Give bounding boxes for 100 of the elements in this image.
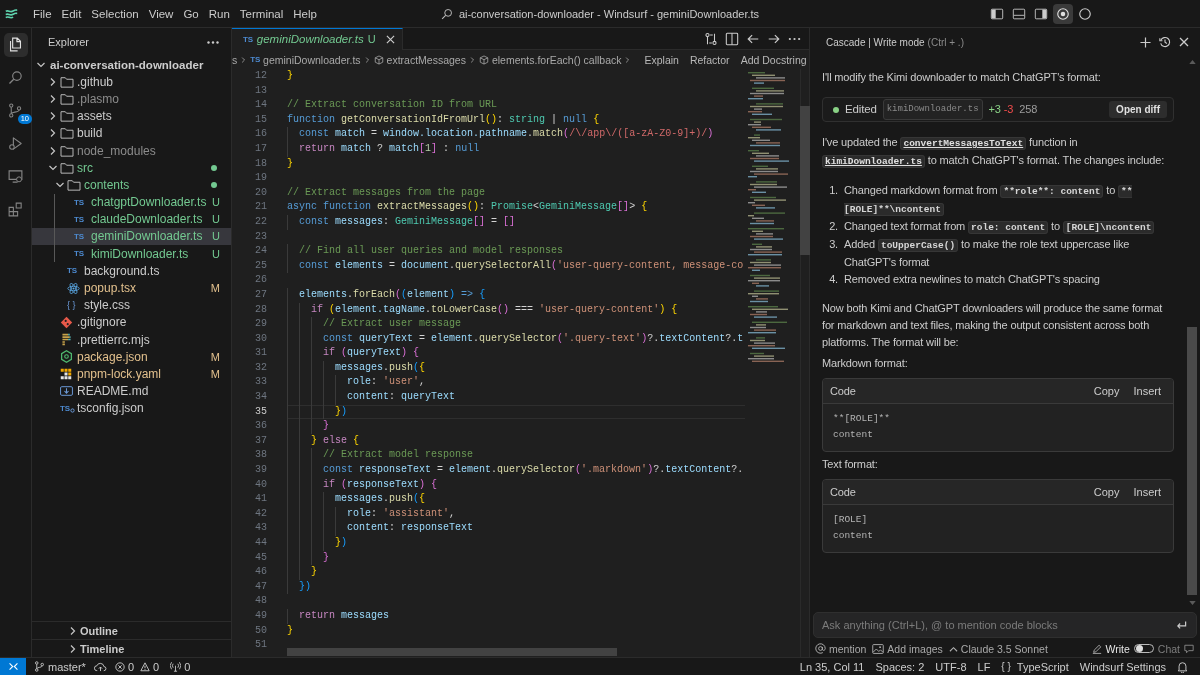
menu-item[interactable]: Edit [56,4,87,23]
file-tree-item[interactable]: README.md [32,382,231,400]
remote-button[interactable] [0,658,26,675]
code-action-link[interactable]: Add Docstring [740,53,807,66]
split-editor-icon[interactable] [725,31,739,46]
menu-item[interactable]: Terminal [234,4,289,23]
line-number: 23 [255,229,267,244]
file-tree-item[interactable]: assets [32,107,231,125]
code-line: content: responseText [347,521,474,536]
chat-mode-button[interactable]: Chat [1157,642,1180,655]
code-block-action[interactable]: Insert [1133,486,1161,498]
scrollbar-thumb[interactable] [800,106,810,255]
line-number: 47 [255,579,267,594]
code-line: if (responseText) { [323,477,438,492]
ports-button[interactable]: 0 [170,660,194,673]
git-branch-button[interactable]: master* [34,660,86,673]
file-tree-item[interactable]: .gitignore [32,313,231,331]
file-tree-item[interactable]: .plasmo [32,90,231,108]
code-line: return match ? match[1] : null [299,141,480,156]
file-tree-item[interactable]: .github [32,73,231,91]
file-tree-item[interactable]: contents [32,176,231,194]
git-status-letter: M [210,282,221,295]
panel-section-header[interactable]: Outline [32,621,231,639]
code-action-link[interactable]: Explain [644,53,679,66]
menu-item[interactable]: Run [203,4,235,23]
git-status-letter: U [212,196,221,209]
activity-bar-button[interactable] [3,32,28,57]
more-icon[interactable] [788,36,801,41]
code-reference-link[interactable]: convertMessagesToText [900,137,1027,150]
add-images-button[interactable]: Add images [872,642,943,655]
breadcrumb-item[interactable]: TS geminiDownloader.ts [250,53,361,66]
scrollbar-thumb[interactable] [1187,327,1197,595]
menu-item[interactable]: Selection [86,4,144,23]
code-action-link[interactable]: Refactor [689,53,730,66]
breadcrumb-item[interactable]: elements.forEach() callback [478,53,622,66]
code-line: } [323,419,329,434]
file-tree-item[interactable]: src [32,159,231,177]
status-bar-item[interactable]: Ln 35, Col 11 [799,660,865,673]
mention-button[interactable]: mention [815,642,867,655]
bell-icon[interactable] [1177,660,1188,673]
file-tree-item[interactable]: { } style.css [32,296,231,314]
code-line: async function extractMessages(): Promise<GeminiMessage[]> { [287,200,648,215]
close-icon[interactable] [385,34,395,44]
breadcrumb-item[interactable]: extractMessages [373,53,466,66]
code-block-action[interactable]: Copy [1093,385,1120,397]
menu-item[interactable]: View [143,4,179,23]
file-tree-item[interactable]: TS tsconfig.json [32,399,231,417]
problems-button[interactable]: 0 0 [114,660,163,673]
model-picker[interactable]: Claude 3.5 Sonnet [948,642,1048,655]
file-tree-item[interactable]: .prettierrc.mjs [32,331,231,349]
line-number: 38 [255,448,267,463]
status-bar-item[interactable]: LF [977,660,991,673]
more-icon[interactable] [207,40,219,44]
file-tree-item[interactable]: popup.tsx M [32,279,231,297]
file-tree-item[interactable]: package.json M [32,348,231,366]
layout-toggle-button[interactable] [1053,3,1073,24]
menu-item[interactable]: Help [288,4,322,23]
chat-input-field[interactable]: Ask anything (Ctrl+L), @ to mention code blocks [813,612,1197,638]
status-bar-item[interactable]: Spaces: 2 [875,660,925,673]
cloud-upload-icon[interactable] [93,661,107,672]
line-number: 39 [255,463,267,478]
typescript-file-icon: TS [74,231,84,241]
plus-icon[interactable] [1140,36,1151,48]
editor-tab[interactable]: TS geminiDownloader.ts U [232,27,403,50]
shortcut-hint: (Ctrl + .) [927,36,964,48]
open-diff-button[interactable]: Open diff [1109,101,1167,118]
scrollbar-thumb[interactable] [287,648,617,656]
status-bar-item[interactable]: UTF-8 [935,660,967,673]
speech-bubble-icon [1184,643,1194,654]
file-tree-item[interactable]: pnpm-lock.yaml M [32,365,231,383]
file-tree-item[interactable]: node_modules [32,141,231,160]
menu-item[interactable]: Go [178,4,204,23]
file-tree-item[interactable]: TS geminiDownloader.ts U [32,227,231,246]
code-block-action[interactable]: Insert [1133,385,1161,397]
line-number: 19 [255,171,267,186]
status-bar-item[interactable]: Windsurf Settings [1079,660,1166,673]
edited-file-name[interactable]: kimiDownloader.ts [882,99,983,120]
file-tree-item[interactable]: ai-conversation-downloader [32,56,231,74]
caret-up-icon[interactable] [1188,60,1196,64]
code-reference-link[interactable]: kimiDownloader.ts [822,155,925,168]
breadcrumb-item[interactable]: s [232,53,238,66]
file-tree-item[interactable]: TS chatgptDownloader.ts U [32,193,231,211]
code-line: role: 'user', [347,375,426,390]
compare-changes-icon[interactable] [704,31,718,46]
code-line: }) [335,404,348,419]
code-block-action[interactable]: Copy [1093,486,1120,498]
file-tree-item[interactable]: build [32,124,231,142]
code-line: return messages [299,608,390,623]
menu-item[interactable]: File [28,4,57,23]
history-icon[interactable] [1159,36,1171,48]
write-mode-button[interactable]: Write [1105,642,1130,655]
close-icon[interactable] [1179,37,1189,47]
enter-icon[interactable] [1176,620,1187,631]
file-tree-item[interactable]: TS claudeDownloader.ts U [32,210,231,228]
file-tree-item[interactable]: TS kimiDownloader.ts U [32,245,231,263]
file-tree-item[interactable]: TS background.ts [32,262,231,280]
code-line: } [287,156,293,171]
folder-icon [60,144,74,157]
status-bar-item[interactable]: { } TypeScript [1001,660,1069,673]
caret-down-icon[interactable] [1188,601,1196,605]
